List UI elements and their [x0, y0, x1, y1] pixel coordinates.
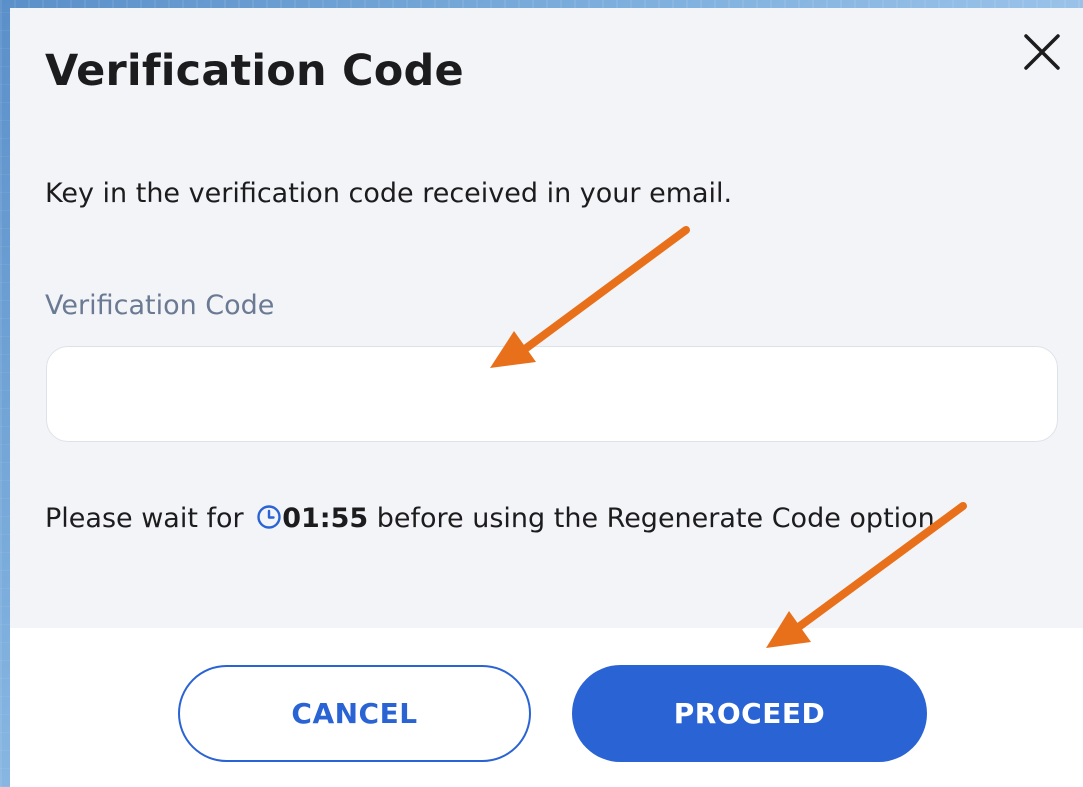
verification-code-label: Verification Code	[45, 290, 275, 321]
close-icon	[1024, 34, 1060, 70]
regenerate-wait-notice: Please wait for 01:55 before using the R…	[45, 491, 1055, 547]
instructions-text: Key in the verification code received in…	[45, 178, 733, 209]
cancel-button[interactable]: CANCEL	[178, 665, 531, 762]
proceed-button[interactable]: PROCEED	[572, 665, 927, 762]
wait-prefix: Please wait for	[45, 503, 244, 534]
clock-icon	[257, 505, 281, 529]
close-button[interactable]	[1020, 30, 1064, 74]
verification-modal: Verification Code Key in the verificatio…	[10, 8, 1083, 787]
countdown-timer: 01:55	[282, 503, 369, 534]
verification-code-input[interactable]	[46, 346, 1058, 442]
wait-suffix: before using the Regenerate Code option.	[376, 503, 944, 534]
modal-footer: CANCEL PROCEED	[10, 628, 1083, 787]
modal-title: Verification Code	[45, 46, 464, 96]
